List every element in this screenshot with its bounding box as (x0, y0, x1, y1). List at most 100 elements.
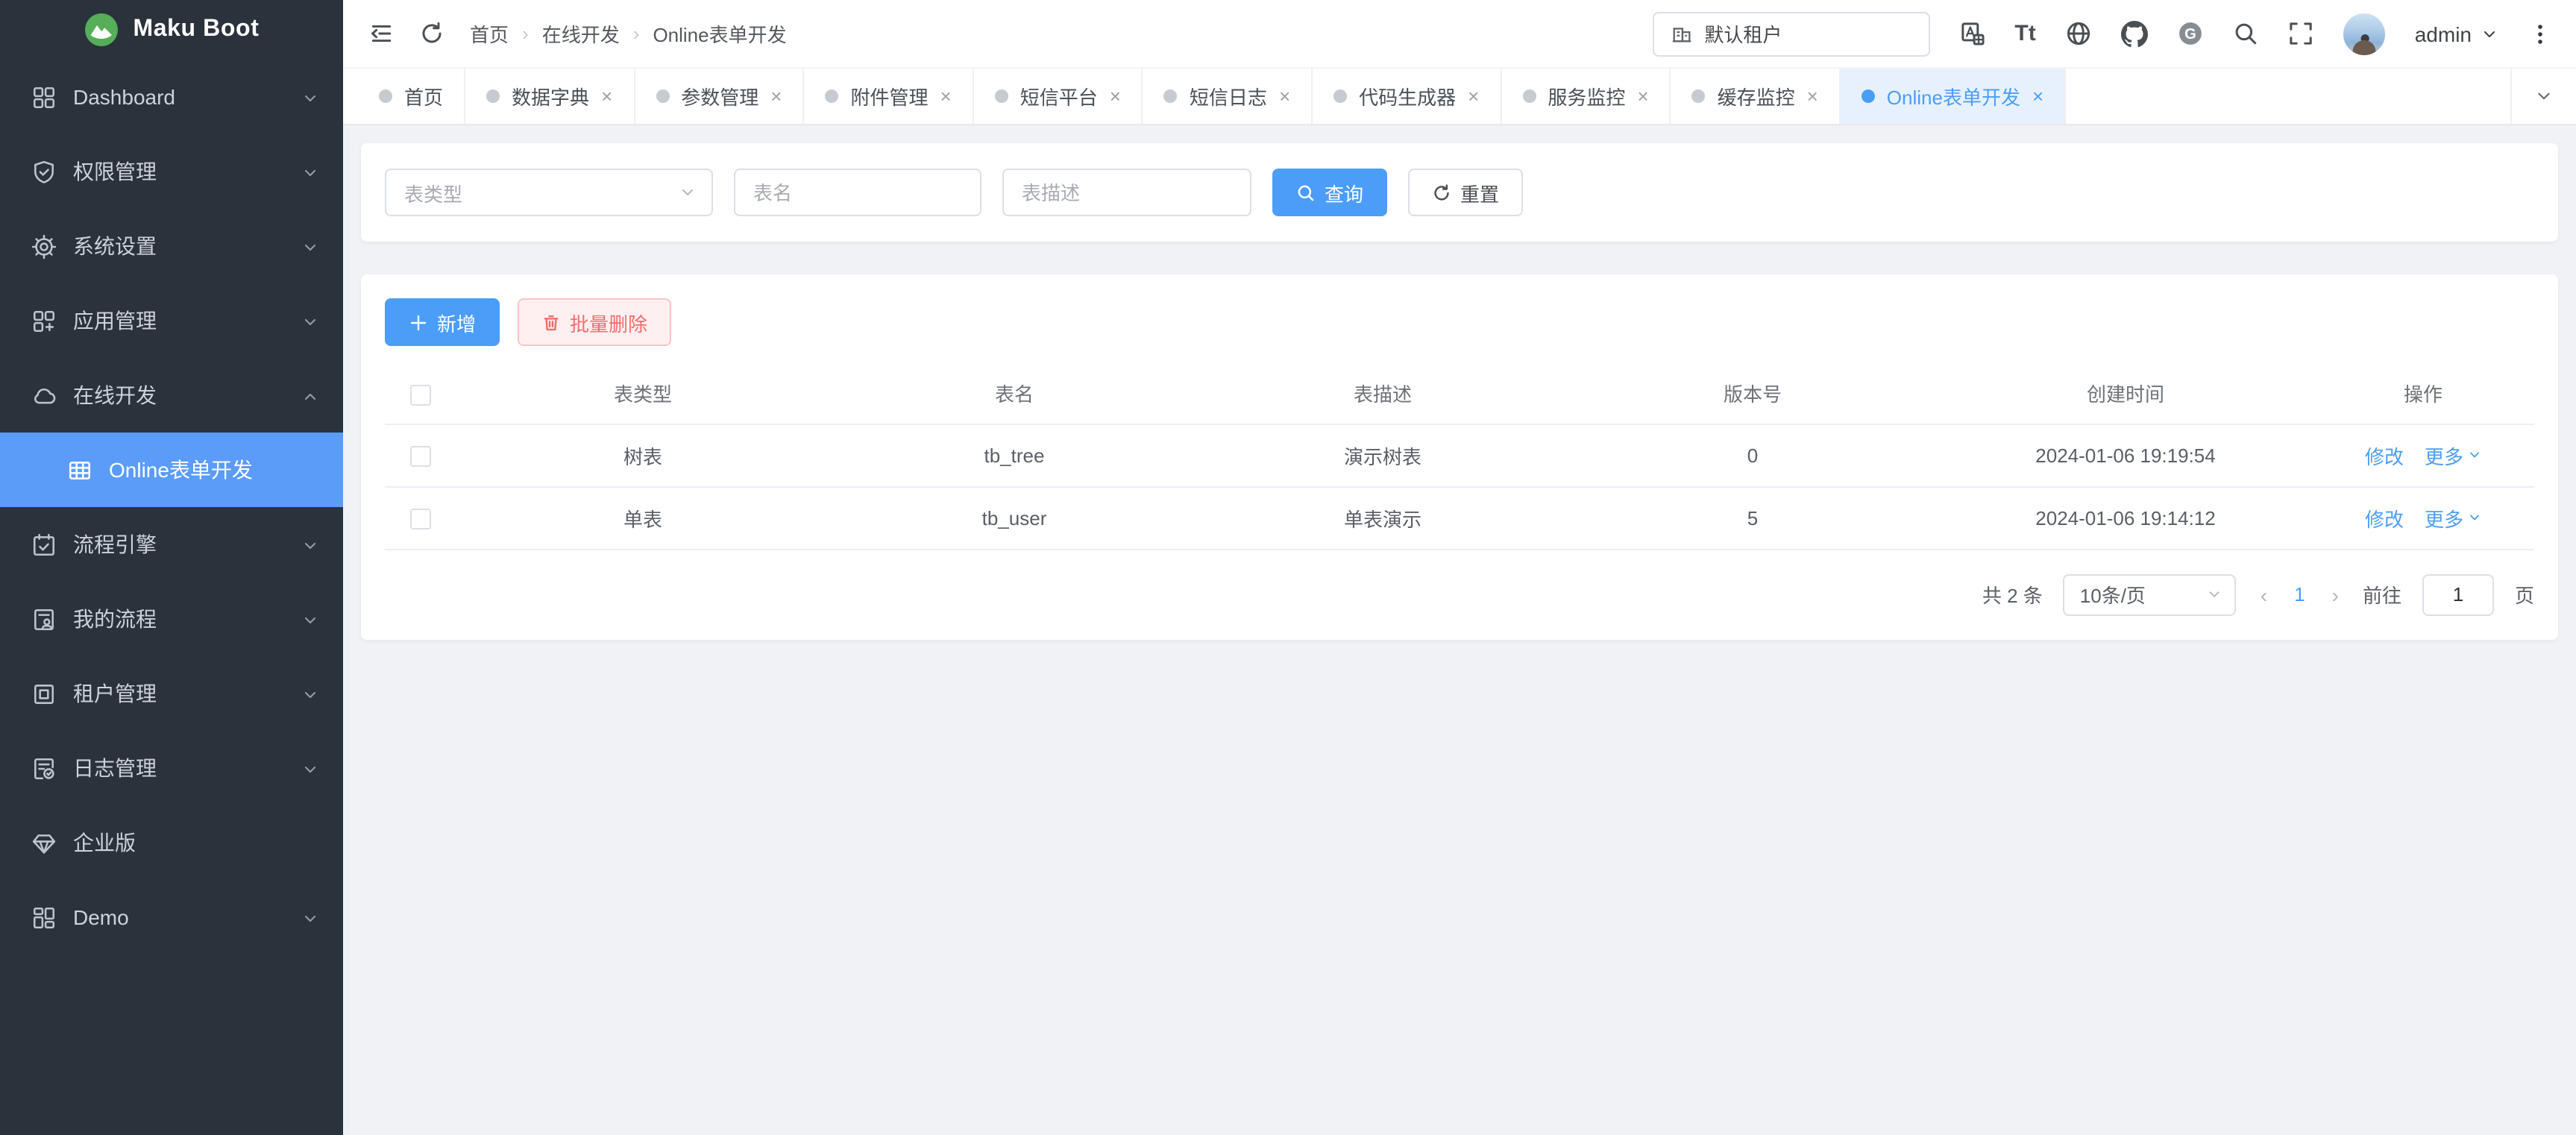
avatar[interactable] (2343, 13, 2385, 54)
tab-sms-log[interactable]: 短信日志 × (1143, 69, 1313, 124)
sidebar-item-label: 企业版 (73, 828, 319, 858)
github-icon[interactable] (2121, 20, 2148, 47)
fullscreen-icon[interactable] (2288, 21, 2313, 46)
tab-dot (1692, 89, 1706, 103)
close-icon[interactable]: × (1279, 87, 1290, 106)
row-checkbox[interactable] (410, 509, 431, 529)
breadcrumb: 首页 › 在线开发 › Online表单开发 (470, 19, 787, 48)
chevron-down-icon (2207, 586, 2223, 603)
chevron-up-icon (301, 386, 319, 404)
current-page[interactable]: 1 (2291, 583, 2308, 606)
tab-label: 附件管理 (850, 82, 928, 110)
sidebar-item-process-engine[interactable]: 流程引擎 (0, 507, 343, 582)
tab-label: 数据字典 (512, 82, 589, 110)
reset-button[interactable]: 重置 (1408, 169, 1523, 216)
select-all-checkbox[interactable] (410, 384, 431, 405)
sidebar-item-label: 应用管理 (73, 306, 285, 336)
table-type-placeholder: 表类型 (404, 178, 462, 207)
batch-delete-button-label: 批量删除 (570, 308, 647, 336)
sidebar-item-app-management[interactable]: 应用管理 (0, 283, 343, 358)
breadcrumb-item-home[interactable]: 首页 (470, 19, 509, 48)
tab-label: 服务监控 (1548, 82, 1625, 110)
breadcrumb-item-online-dev[interactable]: 在线开发 (542, 19, 620, 48)
cell-version: 5 (1566, 486, 1939, 549)
sidebar-fold-icon[interactable] (368, 21, 394, 46)
close-icon[interactable]: × (1637, 87, 1648, 106)
prev-page-icon[interactable]: ‹ (2258, 582, 2270, 606)
apps-grid-icon (30, 307, 57, 334)
app-logo[interactable]: Maku Boot (0, 0, 343, 60)
row-checkbox[interactable] (410, 446, 431, 467)
cell-name: tb_tree (829, 424, 1199, 486)
chevron-down-icon (301, 759, 319, 777)
sidebar-item-demo[interactable]: Demo (0, 880, 343, 955)
tab-bar: 首页 数据字典× 参数管理× 附件管理× 短信平台× 短信日志× 代码生成器× … (343, 69, 2576, 125)
column-header-type: 表类型 (456, 364, 829, 424)
tab-dot (825, 89, 838, 103)
edit-link[interactable]: 修改 (2365, 445, 2404, 468)
tab-data-dict[interactable]: 数据字典 × (465, 69, 635, 124)
font-size-icon[interactable]: Tt (2014, 21, 2035, 46)
more-link[interactable]: 更多 (2425, 441, 2463, 469)
tab-attachment-mgmt[interactable]: 附件管理 × (804, 69, 973, 124)
page-size-select[interactable]: 10条/页 (2064, 573, 2237, 615)
chevron-down-icon (301, 535, 319, 553)
sidebar-item-my-process[interactable]: 我的流程 (0, 582, 343, 656)
tab-home[interactable]: 首页 (358, 69, 465, 124)
refresh-icon[interactable] (419, 21, 444, 46)
close-icon[interactable]: × (601, 87, 612, 106)
globe-icon[interactable] (2066, 21, 2091, 46)
table-type-select[interactable]: 表类型 (385, 169, 713, 216)
tab-cache-monitor[interactable]: 缓存监控× (1671, 69, 1841, 124)
page-size-value: 10条/页 (2080, 580, 2146, 609)
chevron-down-icon (679, 183, 697, 201)
tab-label: 短信日志 (1190, 82, 1267, 110)
tab-online-form-dev[interactable]: Online表单开发 × (1841, 69, 2066, 124)
sidebar-item-online-dev[interactable]: 在线开发 (0, 358, 343, 433)
translate-icon[interactable] (1959, 21, 1985, 46)
sidebar-item-dashboard[interactable]: Dashboard (0, 60, 343, 134)
tab-label: Online表单开发 (1887, 82, 2020, 110)
sidebar-item-log-management[interactable]: 日志管理 (0, 731, 343, 805)
table-desc-input[interactable] (1002, 169, 1251, 216)
tab-service-monitor[interactable]: 服务监控 × (1501, 69, 1671, 124)
sidebar-item-permissions[interactable]: 权限管理 (0, 134, 343, 209)
search-icon[interactable] (2233, 21, 2258, 46)
sidebar-item-tenant-management[interactable]: 租户管理 (0, 656, 343, 731)
next-page-icon[interactable]: › (2329, 582, 2342, 606)
username: admin (2415, 22, 2472, 45)
goto-label: 前往 (2363, 580, 2401, 609)
tenant-frame-icon (30, 680, 57, 707)
chevron-down-icon (301, 610, 319, 628)
sidebar-item-online-form-dev[interactable]: Online表单开发 (0, 433, 343, 507)
table-row: 单表 tb_user 单表演示 5 2024-01-06 19:14:12 修改… (385, 486, 2534, 549)
search-button[interactable]: 查询 (1272, 169, 1387, 216)
close-icon[interactable]: × (1110, 87, 1121, 106)
kebab-menu-icon[interactable] (2528, 22, 2552, 45)
tab-list-chevron-icon[interactable] (2510, 69, 2576, 124)
tab-code-generator[interactable]: 代码生成器× (1313, 69, 1501, 124)
close-icon[interactable]: × (770, 87, 782, 106)
tab-sms-platform[interactable]: 短信平台× (974, 69, 1143, 124)
close-icon[interactable]: × (1468, 87, 1479, 106)
edit-link[interactable]: 修改 (2365, 508, 2404, 530)
sidebar-item-system-settings[interactable]: 系统设置 (0, 209, 343, 283)
cell-version: 0 (1566, 424, 1939, 486)
sidebar-item-label: 在线开发 (73, 380, 285, 410)
tab-param-mgmt[interactable]: 参数管理× (635, 69, 804, 124)
table-name-input[interactable] (734, 169, 981, 216)
close-icon[interactable]: × (1807, 87, 1818, 106)
user-menu[interactable]: admin (2415, 22, 2498, 45)
more-link[interactable]: 更多 (2425, 503, 2463, 532)
sidebar-item-label: 系统设置 (73, 231, 285, 261)
add-button[interactable]: 新增 (385, 298, 500, 346)
tenant-select[interactable]: 默认租户 (1652, 11, 1929, 56)
close-icon[interactable]: × (2032, 87, 2043, 106)
close-icon[interactable]: × (940, 87, 952, 106)
batch-delete-button[interactable]: 批量删除 (518, 298, 671, 346)
goto-page-input[interactable] (2422, 573, 2494, 615)
filter-card: 表类型 查询 重置 (361, 143, 2558, 242)
gitee-glyph: G (2184, 26, 2196, 43)
gitee-icon[interactable]: G (2178, 21, 2203, 46)
sidebar-item-enterprise[interactable]: 企业版 (0, 805, 343, 880)
